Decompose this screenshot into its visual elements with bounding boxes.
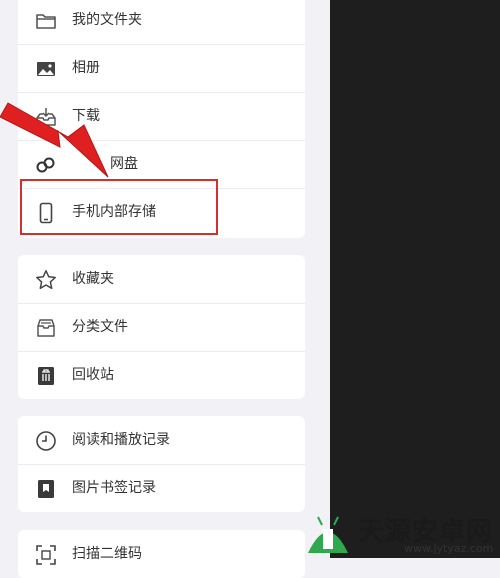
menu-item-trash[interactable]: 回收站 (18, 351, 305, 399)
favorites-card: 收藏夹 分类文件 回收站 (18, 255, 305, 399)
menu-item-label: 回收站 (72, 367, 114, 383)
album-icon (34, 57, 58, 81)
clock-icon (34, 429, 58, 453)
watermark: 天源安卓网 www.jytyaz.com (300, 505, 500, 558)
side-drawer: 我的文件夹 相册 下载 网盘 手机内部存储 收藏夹 分类文件 回收站 阅读和播放… (0, 0, 330, 578)
menu-item-album[interactable]: 相册 (18, 44, 305, 92)
menu-item-label: 分类文件 (72, 319, 128, 335)
menu-item-label: 阅读和播放记录 (72, 432, 170, 448)
annotation-arrow-icon (0, 102, 109, 178)
tools-card: 扫描二维码 (18, 530, 305, 578)
menu-item-category[interactable]: 分类文件 (18, 303, 305, 351)
menu-item-scan-qr[interactable]: 扫描二维码 (18, 530, 305, 578)
menu-item-label: 收藏夹 (72, 271, 114, 287)
menu-item-label: 图片书签记录 (72, 480, 156, 496)
folder-icon (34, 9, 58, 33)
bookmark-icon (34, 477, 58, 501)
star-icon (34, 268, 58, 292)
menu-item-bookmark[interactable]: 图片书签记录 (18, 464, 305, 512)
menu-item-label: 扫描二维码 (72, 546, 142, 562)
history-card: 阅读和播放记录 图片书签记录 (18, 416, 305, 512)
category-icon (34, 316, 58, 340)
menu-item-label: 相册 (72, 60, 100, 76)
menu-item-label: 我的文件夹 (72, 12, 142, 28)
trash-icon (34, 364, 58, 388)
logo-icon (308, 516, 348, 553)
qr-scan-icon (34, 543, 58, 567)
menu-item-favorites[interactable]: 收藏夹 (18, 255, 305, 303)
menu-item-history[interactable]: 阅读和播放记录 (18, 416, 305, 464)
watermark-url: www.jytyaz.com (404, 542, 494, 555)
menu-item-my-folder[interactable]: 我的文件夹 (18, 0, 305, 44)
dimmed-content-overlay[interactable] (330, 0, 500, 558)
